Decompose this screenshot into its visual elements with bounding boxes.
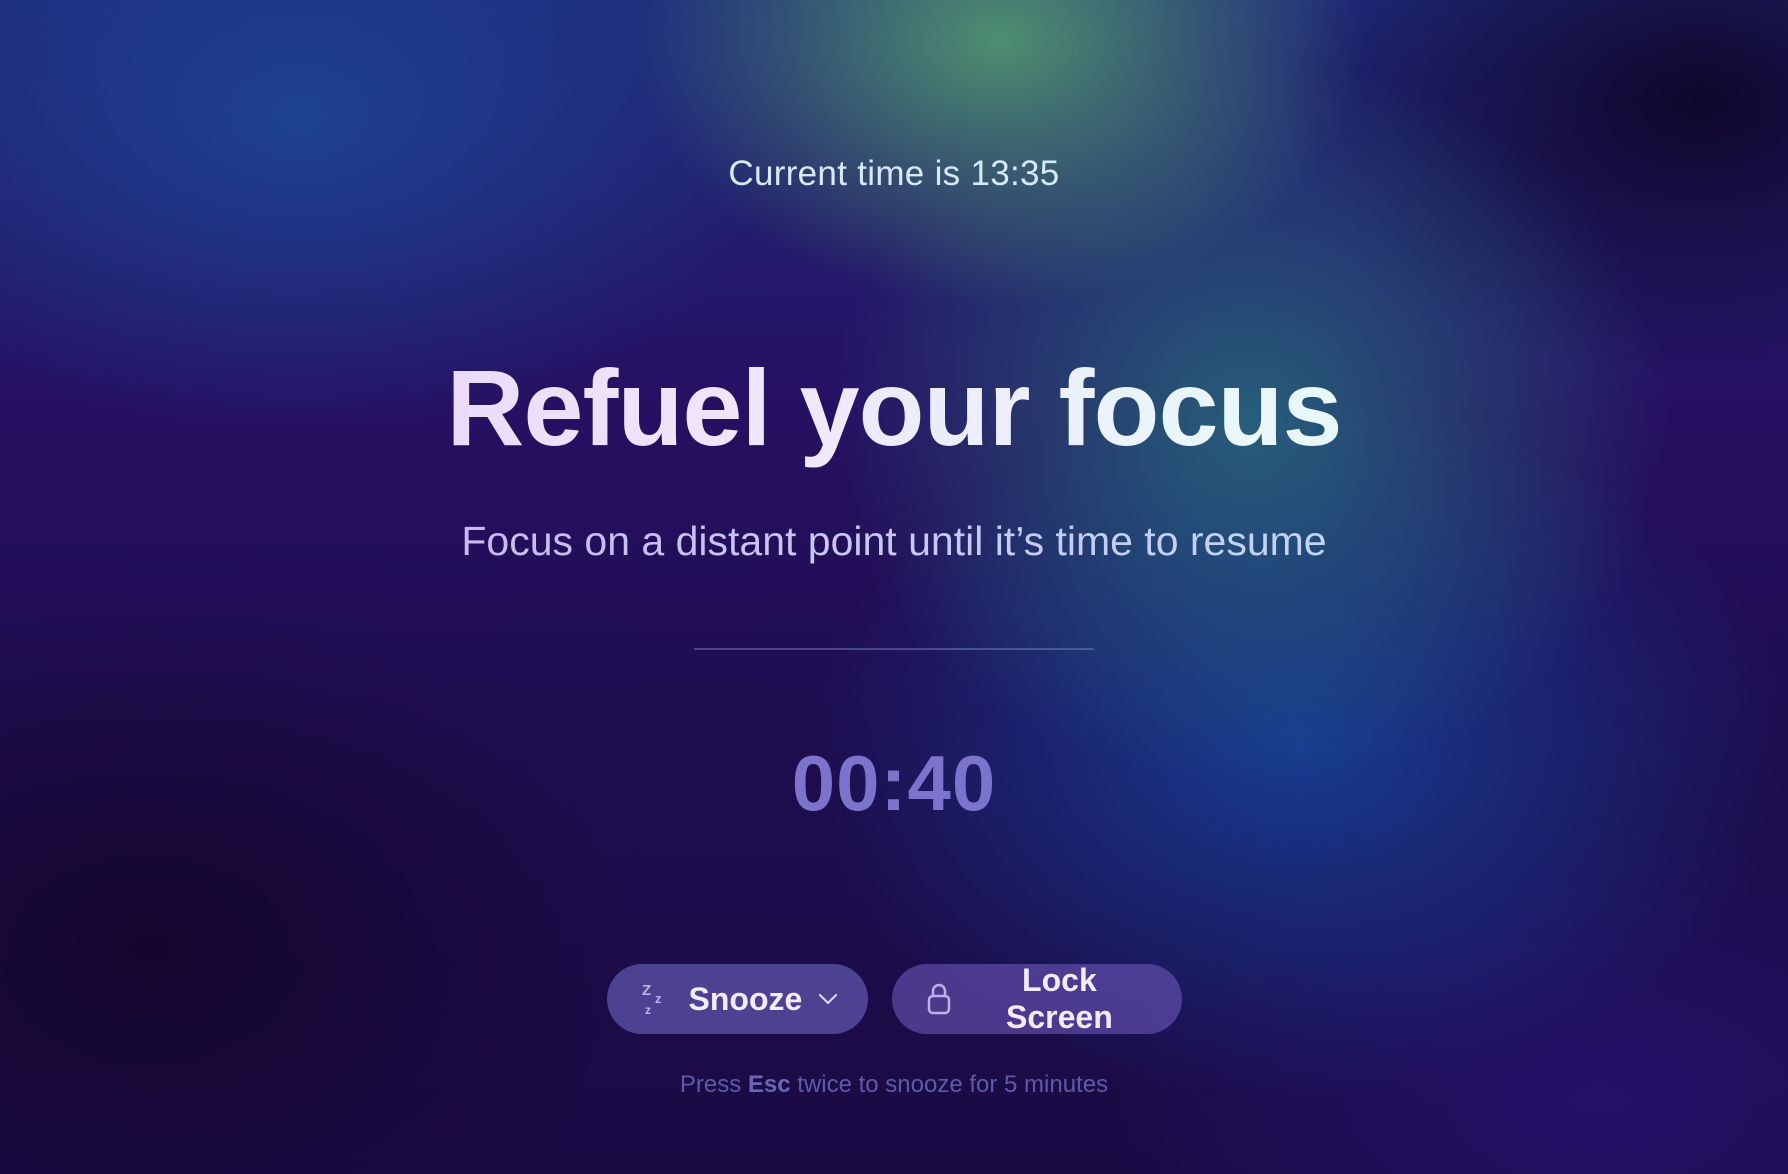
snooze-button[interactable]: Z z z Snooze — [606, 964, 868, 1034]
action-buttons: Z z z Snooze Lock Screen — [0, 962, 1788, 1035]
page-title: Refuel your focus — [0, 345, 1788, 470]
divider — [694, 648, 1094, 650]
hint-suffix: twice to snooze for 5 minutes — [790, 1071, 1109, 1098]
break-screen: Current time is 13:35 Refuel your focus … — [0, 0, 1788, 1174]
chevron-down-icon[interactable] — [818, 993, 838, 1005]
keyboard-hint: Press Esc twice to snooze for 5 minutes — [0, 1071, 1788, 1099]
lock-icon — [926, 981, 954, 1017]
snooze-zzz-icon: Z z z — [641, 981, 671, 1017]
lock-screen-label: Lock Screen — [1006, 962, 1113, 1035]
lock-screen-button[interactable]: Lock Screen — [891, 962, 1182, 1035]
break-instruction: Focus on a distant point until it’s time… — [0, 518, 1788, 565]
current-time-label: Current time is 13:35 — [728, 154, 1060, 193]
countdown-timer: 00:40 — [791, 739, 997, 827]
svg-text:z: z — [645, 1003, 651, 1017]
svg-text:z: z — [655, 991, 662, 1006]
hint-key: Esc — [747, 1071, 791, 1098]
snooze-label: Snooze — [688, 980, 803, 1017]
hint-prefix: Press — [679, 1071, 748, 1098]
svg-text:Z: Z — [642, 982, 651, 999]
